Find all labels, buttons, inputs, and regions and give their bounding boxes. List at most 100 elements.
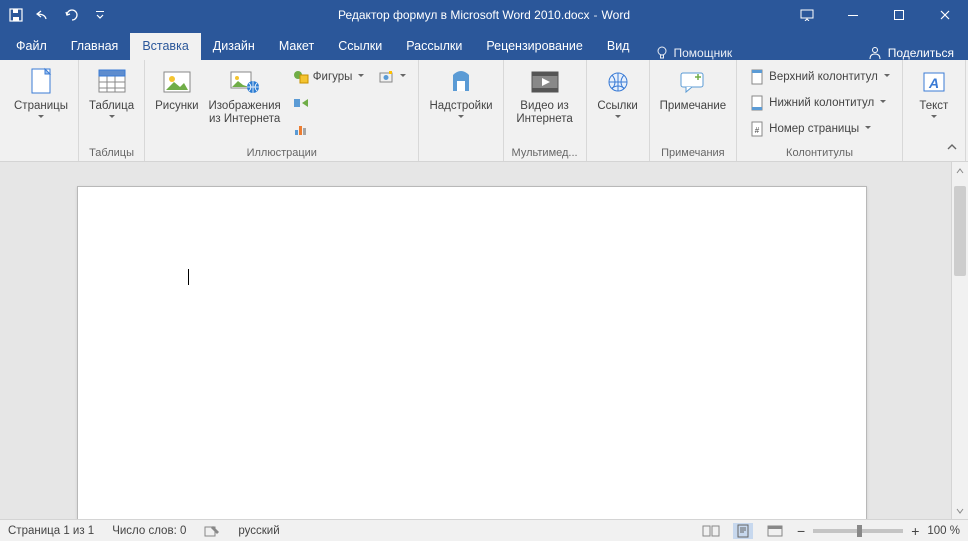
hf-rows: Верхний колонтитул Нижний колонтитул # Н…: [745, 64, 894, 140]
zoom-slider[interactable]: [813, 529, 903, 533]
page-number-icon: #: [749, 121, 765, 137]
hf-group-label: Колонтитулы: [786, 147, 853, 159]
tab-mailings[interactable]: Рассылки: [394, 33, 474, 60]
table-icon: [96, 66, 128, 98]
proofing-icon[interactable]: [204, 524, 220, 538]
close-icon[interactable]: [922, 0, 968, 30]
header-button[interactable]: Верхний колонтитул: [745, 66, 894, 88]
group-addins: Надстройки: [419, 60, 503, 161]
comment-label: Примечание: [660, 100, 727, 113]
zoom-in-icon[interactable]: +: [911, 523, 919, 539]
scrollbar-vertical[interactable]: [951, 162, 968, 519]
save-icon[interactable]: [8, 7, 24, 23]
page-icon: [25, 66, 57, 98]
svg-text:#: #: [755, 126, 760, 135]
online-pictures-button[interactable]: Изображения из Интернета: [207, 64, 283, 128]
scroll-down-icon[interactable]: [952, 502, 968, 519]
helper-label: Помощник: [673, 46, 732, 60]
comment-button[interactable]: Примечание: [658, 64, 729, 115]
tab-home[interactable]: Главная: [59, 33, 131, 60]
tab-design[interactable]: Дизайн: [201, 33, 267, 60]
header-label: Верхний колонтитул: [769, 71, 878, 83]
zoom-control: − + 100 %: [797, 523, 960, 539]
qat-customize-icon[interactable]: [92, 7, 108, 23]
tables-group-label: Таблицы: [89, 147, 134, 159]
text-group-label: [932, 147, 935, 159]
undo-icon[interactable]: [36, 7, 52, 23]
status-words[interactable]: Число слов: 0: [112, 525, 186, 537]
pages-group-label: [39, 147, 42, 159]
tab-view[interactable]: Вид: [595, 33, 642, 60]
zoom-out-icon[interactable]: −: [797, 523, 805, 539]
minimize-icon[interactable]: [830, 0, 876, 30]
ribbon-options-icon[interactable]: [784, 0, 830, 30]
lightbulb-icon: [655, 46, 669, 60]
tab-references[interactable]: Ссылки: [326, 33, 394, 60]
ribbon-tabs: Файл Главная Вставка Дизайн Макет Ссылки…: [0, 30, 968, 60]
online-video-button[interactable]: Видео из Интернета: [514, 64, 576, 128]
addins-button[interactable]: Надстройки: [427, 64, 494, 123]
shapes-button[interactable]: Фигуры: [289, 66, 369, 88]
scroll-up-icon[interactable]: [952, 162, 968, 179]
footer-button[interactable]: Нижний колонтитул: [745, 92, 894, 114]
ribbon: Страницы Таблица Таблицы Рисунки Изображ…: [0, 60, 968, 162]
shapes-label: Фигуры: [313, 71, 353, 83]
status-bar: Страница 1 из 1 Число слов: 0 русский − …: [0, 519, 968, 541]
text-button[interactable]: A Текст: [911, 64, 957, 123]
workspace: [0, 162, 968, 519]
status-page[interactable]: Страница 1 из 1: [8, 525, 94, 537]
share-button[interactable]: Поделиться: [854, 46, 968, 60]
smartart-icon: [293, 95, 309, 111]
link-icon: [602, 66, 634, 98]
redo-icon[interactable]: [64, 7, 80, 23]
quick-access-toolbar: [0, 7, 108, 23]
maximize-icon[interactable]: [876, 0, 922, 30]
group-pages: Страницы: [0, 60, 79, 161]
comments-group-label: Примечания: [661, 147, 725, 159]
page-number-button[interactable]: # Номер страницы: [745, 118, 894, 140]
video-icon: [529, 66, 561, 98]
store-icon: [445, 66, 477, 98]
group-links: Ссылки: [587, 60, 650, 161]
illus-group-label: Иллюстрации: [247, 147, 317, 159]
read-mode-icon[interactable]: [701, 523, 721, 539]
window-title: Редактор формул в Microsoft Word 2010.do…: [338, 8, 630, 22]
doc-name: Редактор формул в Microsoft Word 2010.do…: [338, 8, 590, 22]
scroll-thumb[interactable]: [954, 186, 966, 276]
person-icon: [868, 46, 882, 60]
screenshot-button[interactable]: [374, 66, 410, 88]
table-button[interactable]: Таблица: [87, 64, 136, 123]
pictures-button[interactable]: Рисунки: [153, 64, 200, 115]
media-group-label: Мультимед...: [512, 147, 578, 159]
tab-layout[interactable]: Макет: [267, 33, 326, 60]
group-comments: Примечание Примечания: [650, 60, 738, 161]
links-button[interactable]: Ссылки: [595, 64, 641, 123]
illus-small-col2: [374, 64, 410, 88]
ruler-horizontal: [22, 162, 951, 180]
tell-me-helper[interactable]: Помощник: [645, 46, 742, 60]
links-label: Ссылки: [597, 100, 638, 113]
shapes-icon: [293, 69, 309, 85]
group-illustrations: Рисунки Изображения из Интернета Фигуры: [145, 60, 419, 161]
status-language[interactable]: русский: [238, 525, 279, 537]
print-layout-icon[interactable]: [733, 523, 753, 539]
web-layout-icon[interactable]: [765, 523, 785, 539]
page[interactable]: [77, 186, 867, 519]
smartart-button[interactable]: [289, 92, 369, 114]
collapse-ribbon-icon[interactable]: [944, 141, 960, 155]
tab-insert[interactable]: Вставка: [130, 33, 200, 60]
tab-file[interactable]: Файл: [4, 33, 59, 60]
chart-button[interactable]: [289, 118, 369, 140]
illus-small-col1: Фигуры: [289, 64, 369, 140]
share-label: Поделиться: [888, 46, 954, 60]
zoom-thumb[interactable]: [857, 525, 862, 537]
pages-button[interactable]: Страницы: [12, 64, 70, 123]
links-group-label: [616, 147, 619, 159]
online-pictures-label: Изображения из Интернета: [209, 100, 281, 126]
text-cursor: [188, 269, 189, 285]
tab-review[interactable]: Рецензирование: [474, 33, 595, 60]
zoom-value[interactable]: 100 %: [927, 525, 960, 537]
picture-icon: [161, 66, 193, 98]
document-area[interactable]: [22, 162, 951, 519]
text-icon: A: [918, 66, 950, 98]
